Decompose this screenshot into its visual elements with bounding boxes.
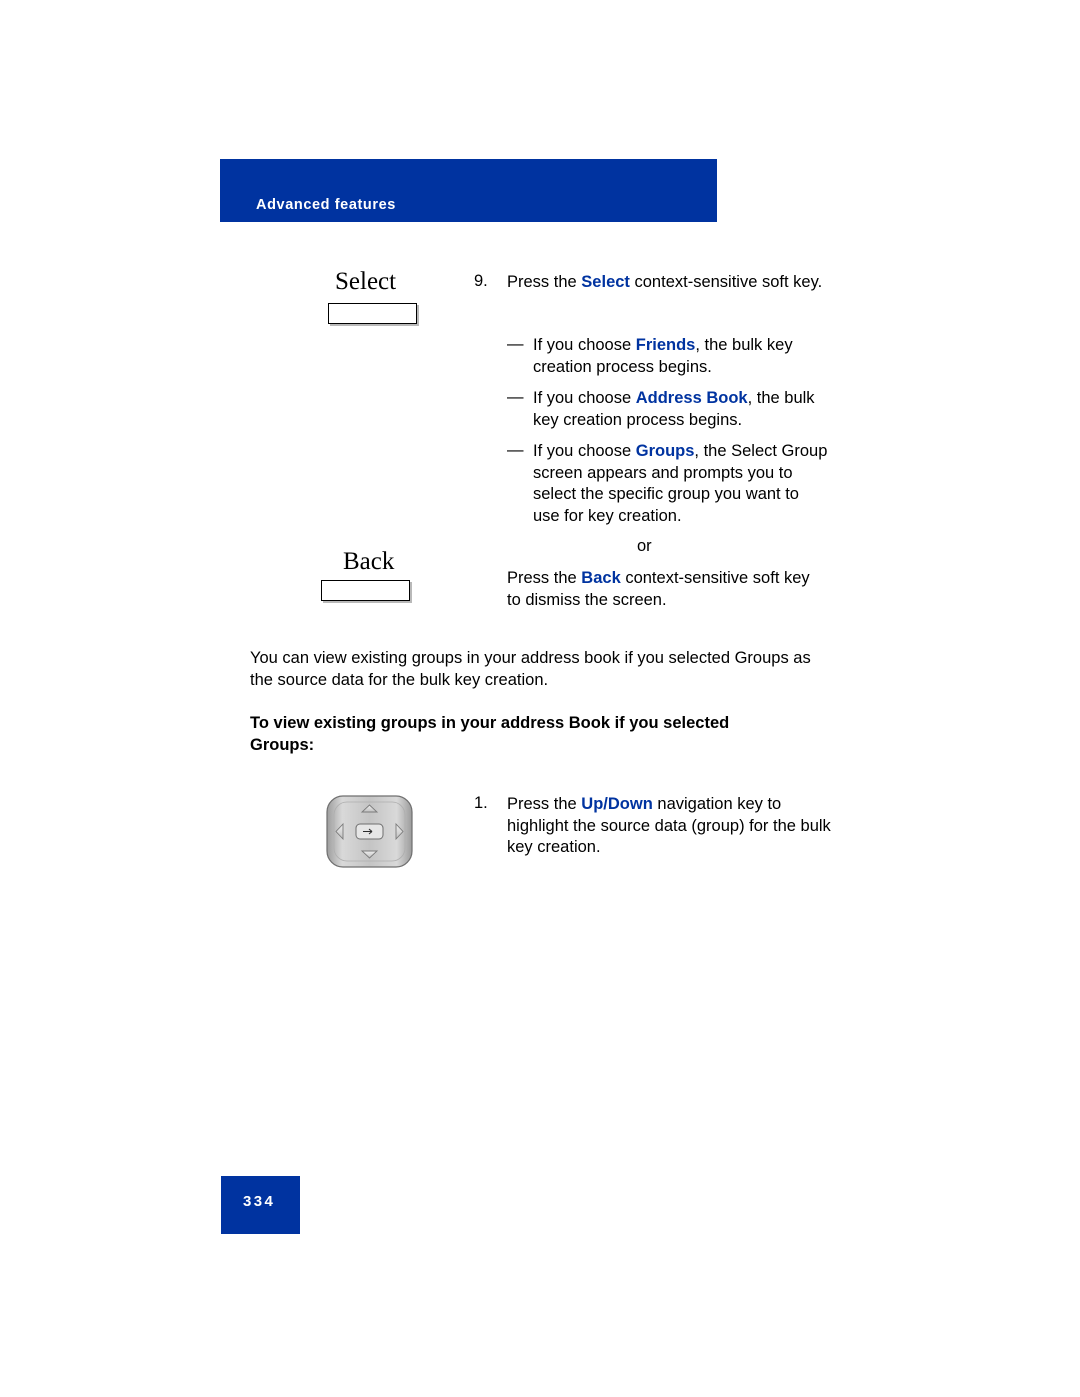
softkey-button-back[interactable] — [321, 580, 410, 601]
softkey-label-select: Select — [335, 268, 397, 295]
step9-text-after: context-sensitive soft key. — [629, 273, 823, 291]
bullet-text-3: If you choose Groups, the Select Group s… — [533, 441, 828, 527]
section-heading: To view existing groups in your address … — [250, 714, 730, 754]
bullet-dash-2: — — [507, 388, 524, 406]
backstep-text-before: Press the — [507, 569, 582, 587]
or-divider-text: or — [637, 537, 652, 555]
step-number-9: 9. — [474, 272, 488, 290]
step9-keyword: Select — [581, 273, 630, 291]
bullet3-keyword: Groups — [635, 442, 695, 460]
back-step-text: Press the Back context-sensitive soft ke… — [507, 568, 827, 611]
bullet-text-1: If you choose Friends, the bulk key crea… — [533, 335, 833, 378]
page-header-title: Advanced features — [256, 197, 396, 213]
step-text-1: Press the Up/Down navigation key to high… — [507, 794, 837, 859]
softkey-label-back: Back — [343, 548, 395, 575]
step-number-1: 1. — [474, 794, 488, 812]
body-paragraph: You can view existing groups in your add… — [250, 649, 811, 689]
bullet1-text-before: If you choose — [533, 336, 636, 354]
bullet-text-2: If you choose Address Book, the bulk key… — [533, 388, 823, 431]
bullet2-keyword: Address Book — [635, 389, 748, 407]
backstep-keyword: Back — [581, 569, 621, 587]
bullet-dash-3: — — [507, 441, 524, 459]
step9-text-before: Press the — [507, 273, 582, 291]
step1-keyword-up: Up — [581, 795, 604, 813]
bullet1-keyword: Friends — [635, 336, 696, 354]
step-text-9: Press the Select context-sensitive soft … — [507, 272, 827, 294]
step1-text-before: Press the — [507, 795, 582, 813]
page-header-banner: Advanced features — [220, 159, 717, 222]
page-number: 334 — [243, 1193, 276, 1210]
softkey-button-select[interactable] — [328, 303, 417, 324]
bullet-dash-1: — — [507, 335, 524, 353]
page-number-box: 334 — [221, 1176, 300, 1234]
bullet2-text-before: If you choose — [533, 389, 636, 407]
step1-keyword-down: Down — [607, 795, 653, 813]
bullet3-text-before: If you choose — [533, 442, 636, 460]
navigation-key-icon[interactable] — [326, 795, 413, 868]
